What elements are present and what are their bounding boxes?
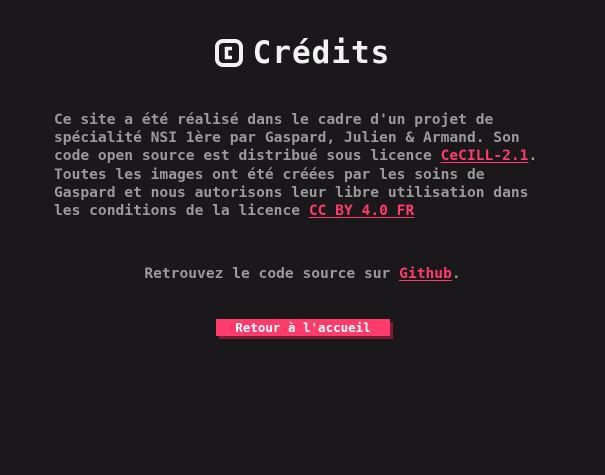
back-home-button[interactable]: Retour à l'accueil	[216, 319, 390, 336]
credits-paragraph: Ce site a été réalisé dans le cadre d'un…	[54, 111, 548, 220]
source-prefix: Retrouvez le code source sur	[144, 265, 400, 282]
cc-by-license-link[interactable]: CC BY 4.0 FR	[309, 202, 414, 219]
page-title-text: Crédits	[252, 34, 391, 71]
cecill-license-link[interactable]: CeCILL-2.1	[441, 147, 529, 164]
back-button-container: Retour à l'accueil	[216, 319, 393, 339]
github-link[interactable]: Github	[399, 265, 452, 282]
source-code-line: Retrouvez le code source sur Github.	[0, 265, 605, 282]
page-title: Crédits	[0, 35, 605, 71]
copyright-icon	[214, 38, 243, 67]
source-suffix: .	[451, 265, 461, 282]
